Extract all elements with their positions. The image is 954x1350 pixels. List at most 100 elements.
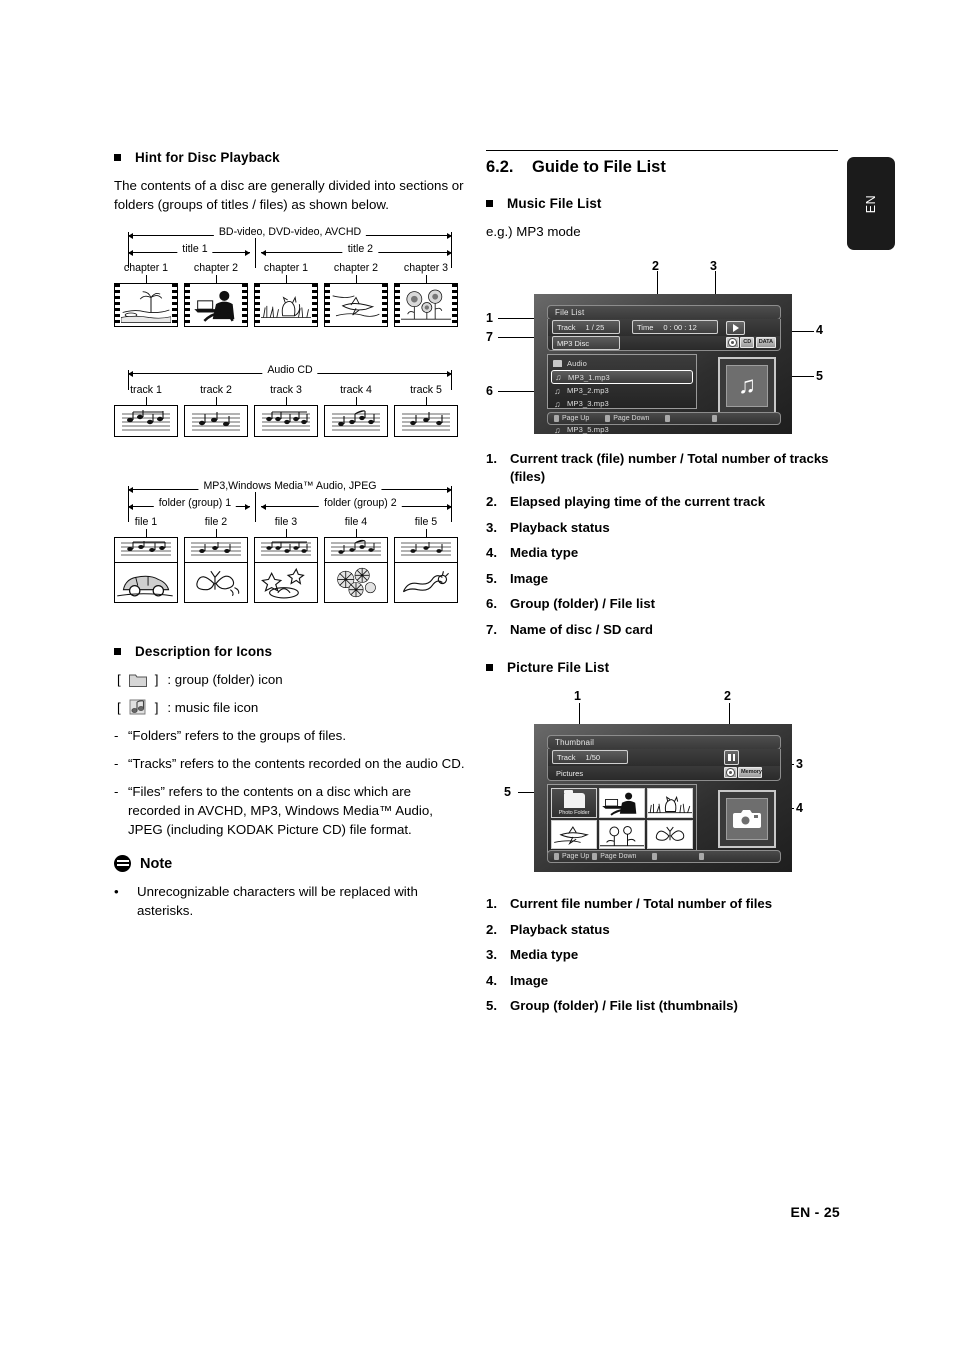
thumbnail-folder[interactable]: Photo Folder (551, 788, 597, 818)
left-column: Hint for Disc Playback The contents of a… (114, 150, 466, 920)
diagram-cd-caption: Audio CD (262, 364, 318, 376)
list-item-label: MP3_3.mp3 (567, 399, 609, 408)
picture-file-list-heading-label: Picture File List (507, 660, 610, 675)
dash-item: - “Tracks” refers to the contents record… (114, 754, 466, 773)
legend-item: 7. Name of disc / SD card (486, 621, 838, 639)
section-number: 6.2. (486, 158, 514, 176)
document-page: EN Hint for Disc Playback The contents o… (0, 0, 954, 1350)
caterpillar-illustration-icon (395, 563, 457, 602)
osd-title-label: File List (555, 308, 585, 317)
diagram-mp3-cell-label: file 1 (134, 516, 158, 528)
thumbnail-item[interactable] (551, 819, 597, 849)
callout-4: 4 (816, 323, 823, 337)
soft-key-page-down[interactable]: Page Down (600, 853, 636, 860)
thumbnail-item[interactable] (599, 788, 645, 818)
list-item[interactable]: Audio (548, 357, 696, 370)
diagram-video-caption: BD-video, DVD-video, AVCHD (213, 226, 367, 238)
bracket-open: [ (117, 672, 121, 687)
legend-number: 2. (486, 921, 497, 937)
osd-title-label: Thumbnail (555, 738, 595, 747)
legend-number: 5. (486, 570, 497, 586)
thumbnail-folder-label: Photo Folder (558, 809, 590, 816)
diagram-cd-cell-label: track 4 (340, 384, 372, 396)
list-item-label: Audio (567, 359, 587, 368)
diagram-cd-cell-label: track 3 (270, 384, 302, 396)
music-score-icon (122, 410, 170, 431)
picture-frame (324, 563, 388, 603)
dash-item-text: “Folders” refers to the groups of files. (128, 728, 347, 743)
thumbnail-grid[interactable]: Photo Folder (547, 784, 697, 853)
callout-2: 2 (724, 689, 731, 703)
music-score-icon (331, 539, 381, 556)
legend-text: Group (folder) / File list (510, 596, 656, 611)
music-score-icon (121, 541, 171, 556)
picture-legend-list: 1. Current file number / Total number of… (486, 895, 838, 1015)
butterfly-illustration-icon (185, 563, 247, 602)
legend-text: Name of disc / SD card (510, 621, 653, 637)
thumbnail-item[interactable] (599, 819, 645, 849)
key-icon (652, 853, 658, 860)
diagram-mp3-group1-label: folder (group) 1 (153, 497, 237, 509)
list-item[interactable]: ♫ MP3_2.mp3 (548, 384, 696, 397)
music-score-icon (192, 412, 240, 431)
legend-text: Current file number / Total number of fi… (510, 896, 773, 911)
music-score-icon (332, 410, 380, 431)
music-score-icon (401, 542, 451, 556)
track-indicator[interactable]: Track 1/50 (552, 750, 628, 764)
bracket-open: [ (117, 700, 121, 715)
list-item-selected[interactable]: ♫ MP3_1.mp3 (551, 370, 693, 384)
language-tab-label: EN (864, 194, 878, 213)
osd-group-row: Pictures Memory (547, 766, 781, 781)
dash-item-text: “Tracks” refers to the contents recorded… (128, 756, 465, 771)
group-name-indicator[interactable]: Pictures (552, 766, 614, 780)
callout-7: 7 (486, 330, 493, 344)
icons-heading-label: Description for Icons (135, 644, 273, 659)
osd-status-row: Track 1/50 (547, 749, 781, 766)
soft-key-page-up[interactable]: Page Up (562, 415, 589, 422)
time-indicator[interactable]: Time 0 : 00 : 12 (632, 320, 718, 334)
music-score-frame (114, 537, 178, 563)
play-status-icon (726, 321, 745, 335)
disc-name-indicator[interactable]: MP3 Disc (552, 336, 620, 350)
bracket-close: ] (154, 672, 159, 687)
legend-item: 2. Elapsed playing time of the current t… (486, 493, 838, 511)
note-item-text: Unrecognizable characters will be replac… (137, 884, 418, 918)
track-indicator[interactable]: Track 1 / 25 (552, 320, 620, 334)
diagram-audio-cd: Audio CD track 1 track 2 track 3 track 4… (114, 364, 466, 470)
thumbnail-item[interactable] (647, 788, 693, 818)
flowers-illustration-icon (325, 563, 387, 602)
flowers-illustration-icon (600, 822, 644, 847)
diagram-video-cell-label: chapter 1 (123, 262, 169, 274)
disc-name-value: MP3 Disc (557, 338, 590, 348)
key-icon (699, 853, 705, 860)
bracket-close: ] (154, 700, 159, 715)
dash-marker: - (114, 756, 119, 771)
key-icon (665, 415, 671, 422)
diagram-mp3-cell-label: file 4 (344, 516, 368, 528)
key-icon (592, 853, 598, 860)
legend-number: 3. (486, 947, 497, 962)
disc-icon (723, 767, 737, 778)
section-heading: 6.2. Guide to File List (486, 150, 838, 177)
music-note-icon (129, 699, 146, 715)
legend-number: 4. (486, 545, 497, 560)
music-score-frame (254, 405, 318, 437)
music-score-icon (402, 412, 450, 431)
music-legend-list: 1. Current track (file) number / Total n… (486, 450, 838, 638)
track-label: Track (557, 322, 576, 332)
legend-item: 5. Image (486, 570, 838, 588)
soft-key-page-up[interactable]: Page Up (562, 853, 589, 860)
person-at-desk-illustration-icon (600, 790, 644, 816)
music-score-icon (191, 542, 241, 556)
soft-key-page-down[interactable]: Page Down (613, 415, 649, 422)
osd-disc-row: MP3 Disc CD DATA (547, 336, 781, 351)
list-item[interactable]: ♫ MP3_3.mp3 (548, 397, 696, 410)
sunflowers-illustration-icon (401, 287, 451, 323)
music-score-frame (114, 405, 178, 437)
diagram-video-cell-label: chapter 1 (263, 262, 309, 274)
track-value: 1/50 (585, 752, 601, 762)
music-score-frame (394, 537, 458, 563)
thumbnail-item[interactable] (647, 819, 693, 849)
file-list-panel[interactable]: Audio ♫ MP3_1.mp3 ♫ MP3_2.mp3 ♫ MP3_3.mp… (547, 354, 697, 434)
legend-item: 2. Playback status (486, 921, 838, 939)
